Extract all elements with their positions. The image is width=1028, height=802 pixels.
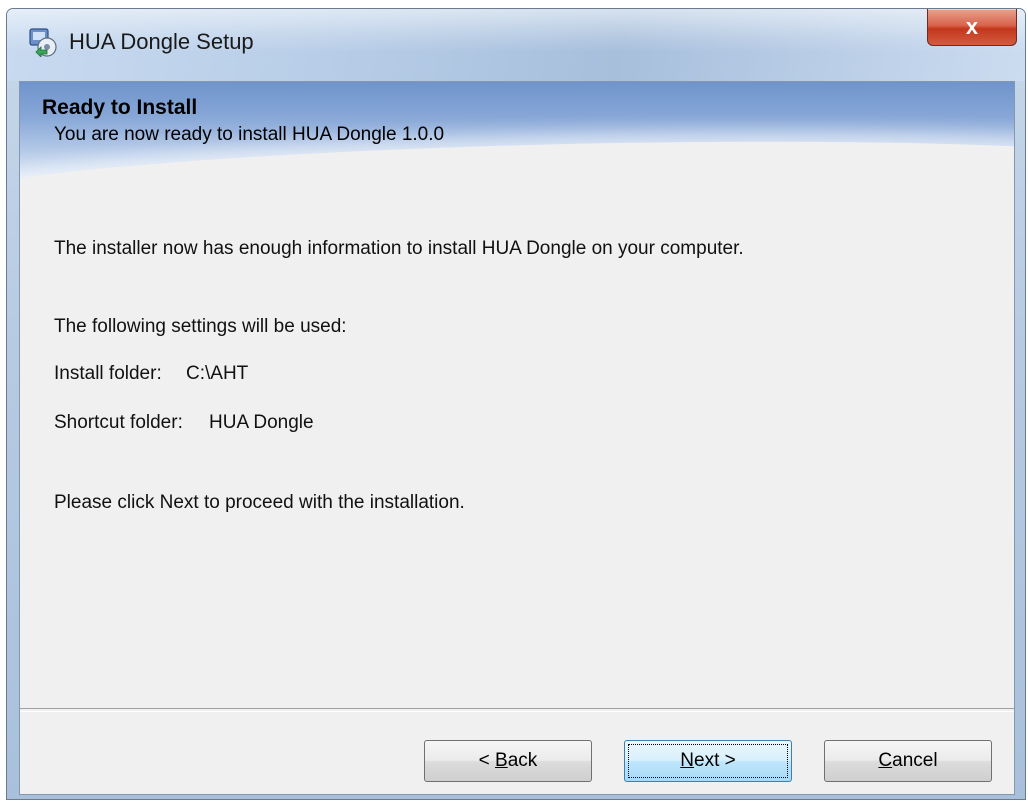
- banner-title: Ready to Install: [42, 96, 198, 119]
- shortcut-folder-label: Shortcut folder:: [54, 412, 183, 433]
- banner-subtitle: You are now ready to install HUA Dongle …: [54, 124, 445, 145]
- shortcut-folder-value: HUA Dongle: [209, 412, 314, 433]
- cancel-button[interactable]: Cancel: [824, 740, 992, 782]
- header-banner: Ready to Install You are now ready to in…: [20, 82, 1014, 194]
- settings-heading: The following settings will be used:: [54, 316, 347, 337]
- window-title: HUA Dongle Setup: [69, 29, 254, 54]
- install-folder-row: Install folder: C:\AHT: [54, 363, 248, 385]
- dialog-client-area: Ready to Install You are now ready to in…: [19, 81, 1015, 795]
- next-button[interactable]: Next >: [624, 740, 792, 782]
- title-bar[interactable]: HUA Dongle Setup x: [7, 9, 1025, 81]
- instruction-text: Please click Next to proceed with the in…: [54, 492, 465, 513]
- close-icon: x: [965, 14, 979, 39]
- shortcut-folder-row: Shortcut folder: HUA Dongle: [54, 412, 314, 434]
- footer-divider: [20, 708, 1014, 712]
- install-folder-label: Install folder:: [54, 363, 162, 384]
- setup-window: HUA Dongle Setup x Ready to Install You …: [6, 8, 1026, 800]
- setup-icon: [29, 28, 57, 57]
- back-button[interactable]: < Back: [424, 740, 592, 782]
- intro-text: The installer now has enough information…: [54, 238, 744, 259]
- close-button[interactable]: x: [927, 9, 1017, 46]
- install-folder-value: C:\AHT: [186, 363, 249, 384]
